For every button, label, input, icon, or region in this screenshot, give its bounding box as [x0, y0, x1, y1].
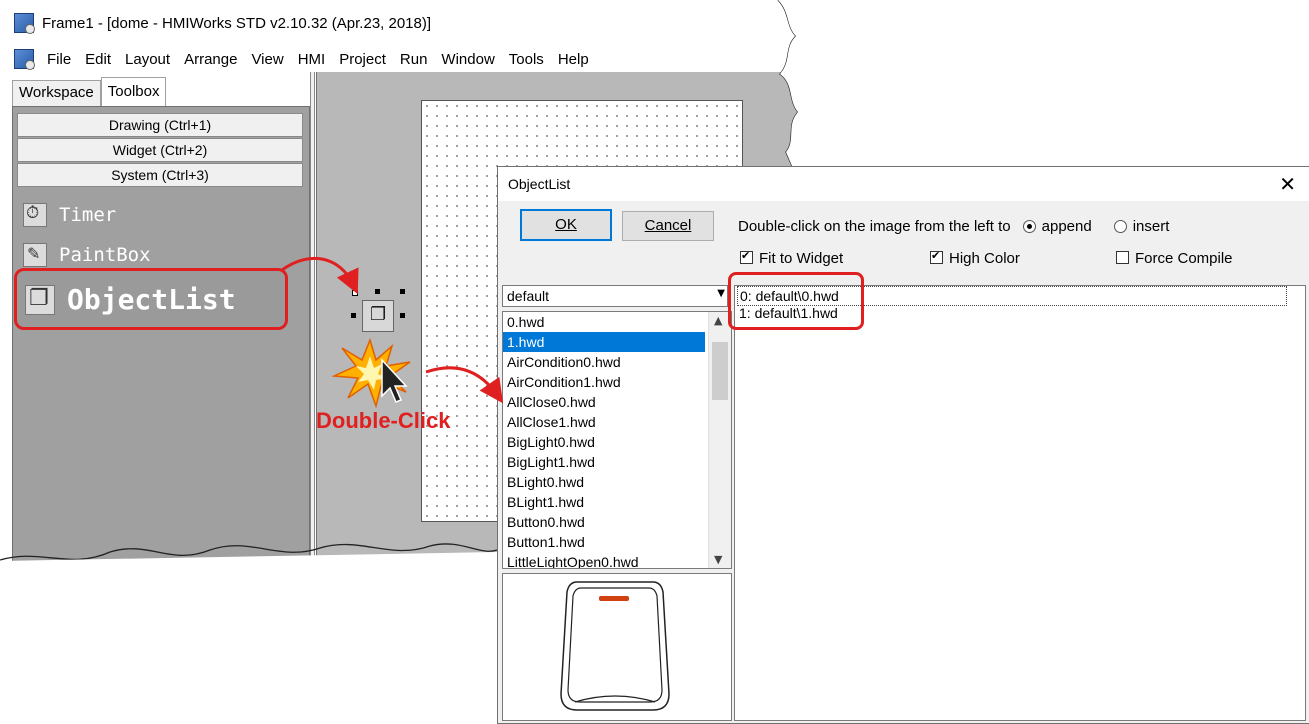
annotation-arrows — [281, 256, 504, 404]
